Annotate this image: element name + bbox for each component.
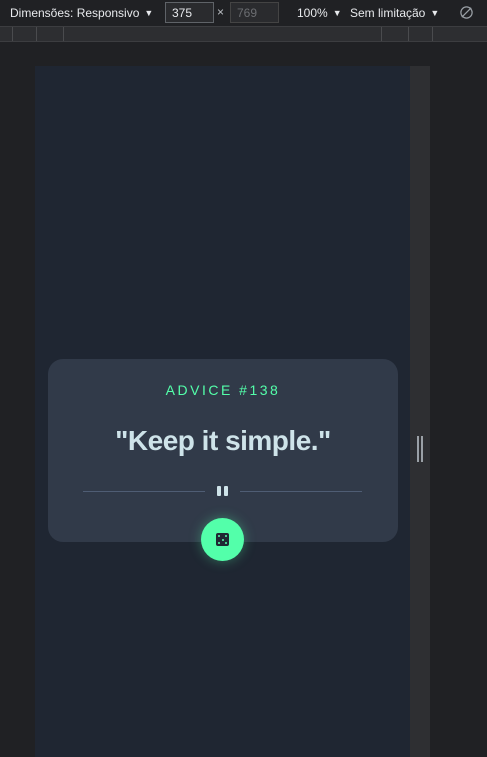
emulated-viewport: ADVICE #138 "Keep it simple." xyxy=(35,66,410,757)
chevron-down-icon: ▼ xyxy=(332,8,342,18)
width-input[interactable]: 375 xyxy=(165,2,214,23)
dimensions-label: Dimensões: Responsivo xyxy=(10,6,140,20)
throttle-dropdown[interactable]: Sem limitação ▼ xyxy=(350,0,439,26)
throttle-label: Sem limitação xyxy=(350,6,426,20)
media-query-ruler[interactable] xyxy=(0,26,487,42)
viewport-resize-handle[interactable] xyxy=(410,66,430,757)
divider-line-right xyxy=(240,491,362,492)
drag-grip-icon[interactable] xyxy=(417,436,423,462)
advice-card: ADVICE #138 "Keep it simple." xyxy=(48,359,398,542)
times-separator: × xyxy=(217,5,225,19)
dice-icon xyxy=(216,533,229,546)
chevron-down-icon: ▼ xyxy=(144,8,154,18)
height-input[interactable]: 769 xyxy=(230,2,279,23)
advice-quote: "Keep it simple." xyxy=(115,425,331,456)
pause-icon xyxy=(216,486,230,496)
zoom-dropdown[interactable]: 100% ▼ xyxy=(297,0,342,26)
advice-id: ADVICE #138 xyxy=(165,382,281,398)
dimensions-dropdown[interactable]: Dimensões: Responsivo ▼ xyxy=(10,0,153,26)
generate-advice-button[interactable] xyxy=(201,518,244,561)
device-toolbar: Dimensões: Responsivo ▼ 375 × 769 100% ▼… xyxy=(0,0,487,26)
chevron-down-icon: ▼ xyxy=(430,8,440,18)
zoom-label: 100% xyxy=(297,6,328,20)
rotate-icon[interactable] xyxy=(459,5,474,20)
divider-line-left xyxy=(83,491,205,492)
